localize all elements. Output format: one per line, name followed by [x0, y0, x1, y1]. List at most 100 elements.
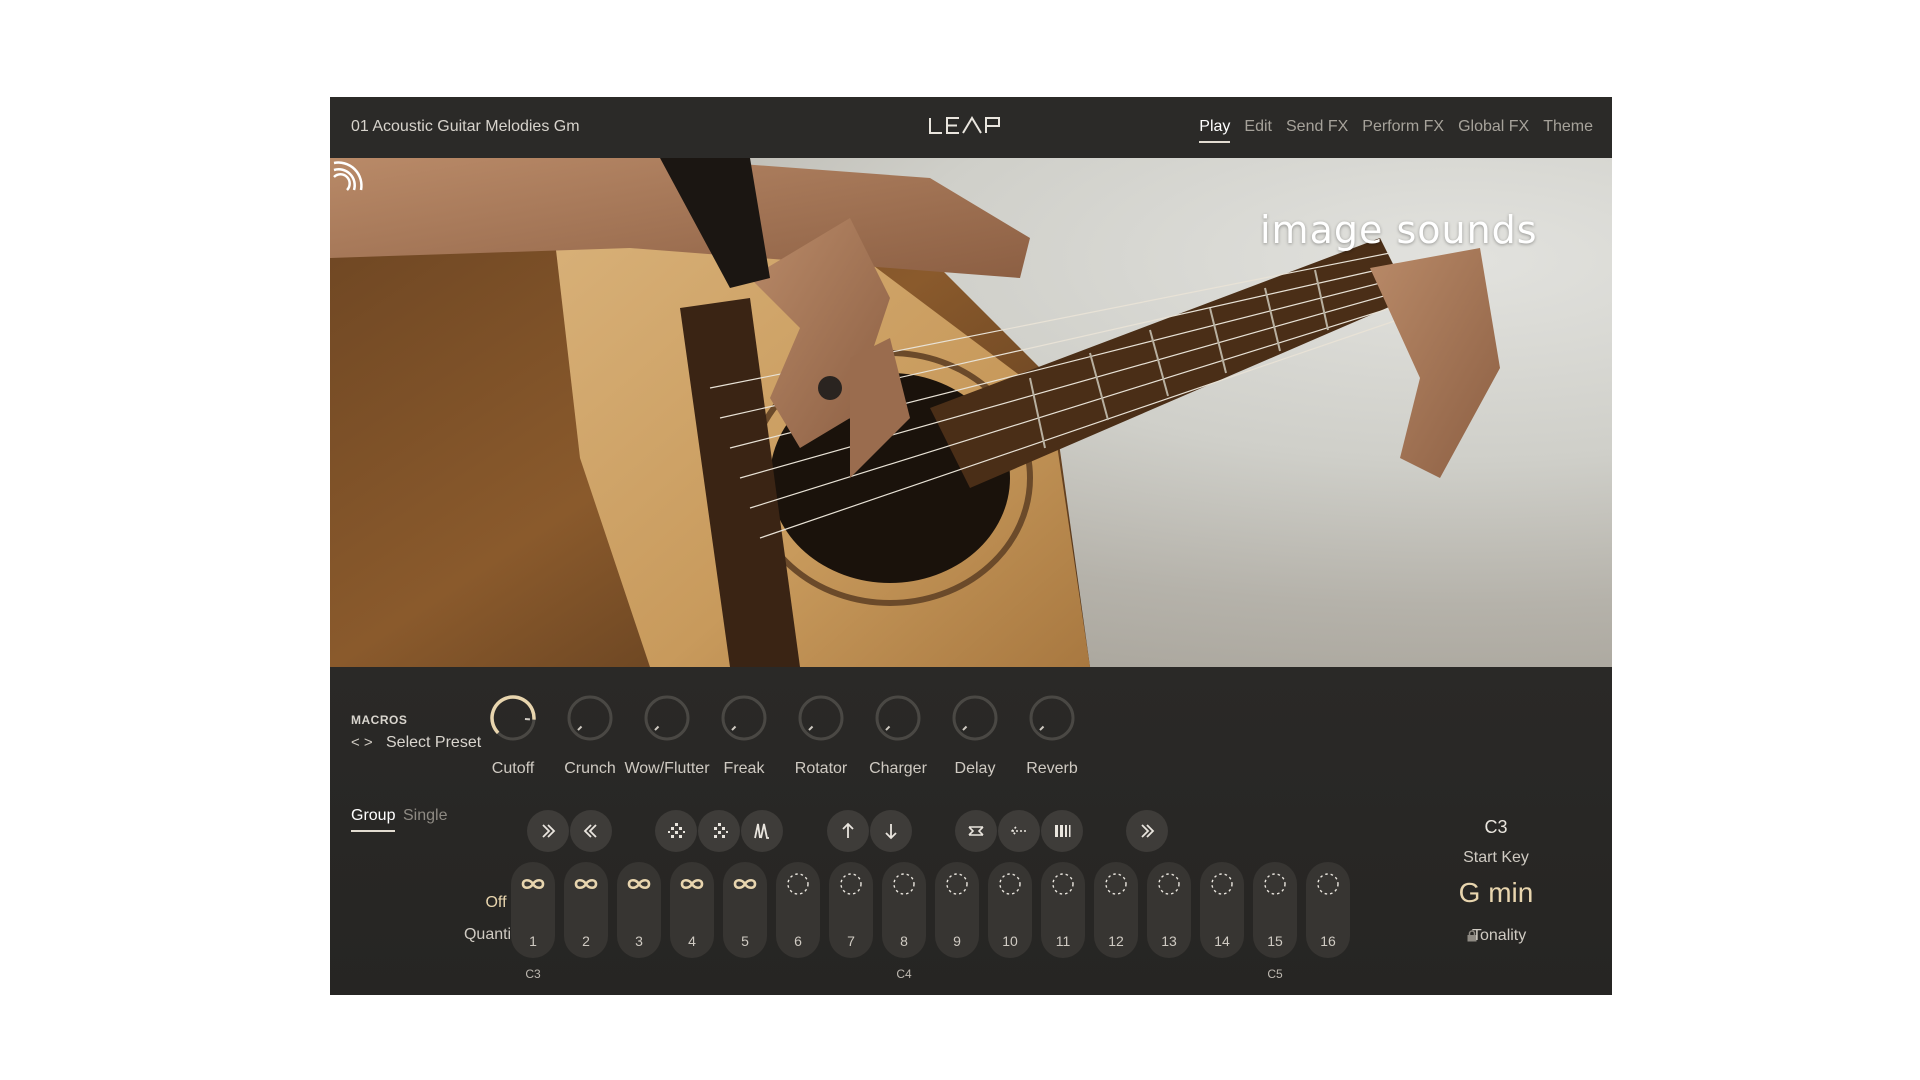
- loop-slot-12[interactable]: 12: [1094, 862, 1138, 958]
- start-key-value[interactable]: C3: [1436, 817, 1556, 838]
- fast-forward-button[interactable]: [527, 810, 569, 852]
- slot-number: 7: [847, 933, 855, 949]
- knob-dial[interactable]: [1027, 693, 1077, 743]
- knob-pointer: [577, 725, 583, 731]
- loop-slot-6[interactable]: 6: [776, 862, 820, 958]
- tab-theme[interactable]: Theme: [1543, 118, 1593, 136]
- rewind-button[interactable]: [570, 810, 612, 852]
- loop-slot-3[interactable]: 3: [617, 862, 661, 958]
- slot-number: 8: [900, 933, 908, 949]
- loop-slot-14[interactable]: 14: [1200, 862, 1244, 958]
- octave-label-c3: C3: [525, 967, 541, 981]
- loop-slot-13[interactable]: 13: [1147, 862, 1191, 958]
- knob-value-arc: [490, 695, 536, 735]
- tab-global-fx[interactable]: Global FX: [1458, 118, 1529, 136]
- loop-slot-11[interactable]: 11: [1041, 862, 1085, 958]
- empty-slot-icon: [787, 873, 809, 895]
- arrow-down-icon: [885, 824, 897, 840]
- next-button[interactable]: [1126, 810, 1168, 852]
- empty-slot-icon: [1211, 873, 1233, 895]
- knob-dial[interactable]: [873, 693, 923, 743]
- scatter-button[interactable]: [655, 810, 697, 852]
- octave-label-c5: C5: [1267, 967, 1283, 981]
- knob-reverb[interactable]: Reverb: [1004, 693, 1100, 778]
- knob-pointer: [808, 725, 814, 731]
- loop-slot-9[interactable]: 9: [935, 862, 979, 958]
- knob-dial[interactable]: [642, 693, 692, 743]
- knob-label: Reverb: [1026, 760, 1078, 777]
- octave-label-c4: C4: [896, 967, 912, 981]
- reverse-button[interactable]: [998, 810, 1040, 852]
- slot-number: 13: [1161, 933, 1177, 949]
- loop-slot-8[interactable]: 8: [882, 862, 926, 958]
- loop-slot-15[interactable]: 15: [1253, 862, 1297, 958]
- arrow-up-button[interactable]: [827, 810, 869, 852]
- slot-number: 9: [953, 933, 961, 949]
- stutter-button[interactable]: [1041, 810, 1083, 852]
- tonality-value[interactable]: G min: [1436, 877, 1556, 909]
- leap-plugin-window: 01 Acoustic Guitar Melodies Gm Play Edit…: [330, 97, 1612, 995]
- slot-number: 16: [1320, 933, 1336, 949]
- slot-number: 6: [794, 933, 802, 949]
- macros-title: MACROS: [351, 713, 408, 727]
- slot-number: 11: [1055, 933, 1071, 949]
- loop-slot-1[interactable]: 1: [511, 862, 555, 958]
- empty-slot-icon: [1158, 873, 1180, 895]
- tab-send-fx[interactable]: Send FX: [1286, 118, 1348, 136]
- tab-play[interactable]: Play: [1199, 118, 1231, 143]
- knob-dial[interactable]: [950, 693, 1000, 743]
- top-nav: Play Edit Send FX Perform FX Global FX T…: [1199, 118, 1593, 143]
- knob-pointer: [654, 725, 660, 731]
- infinity-icon: [521, 878, 545, 890]
- knob-pointer: [1039, 725, 1045, 731]
- reverse-icon: [1010, 826, 1026, 836]
- brand-logo-text: image sounds: [1260, 208, 1538, 252]
- loop-slot-4[interactable]: 4: [670, 862, 714, 958]
- loop-slot-7[interactable]: 7: [829, 862, 873, 958]
- infinity-icon: [733, 878, 757, 890]
- loop-slot-2[interactable]: 2: [564, 862, 608, 958]
- scatter-alt-icon: [714, 823, 728, 838]
- slot-number: 2: [582, 933, 590, 949]
- knob-dial[interactable]: [565, 693, 615, 743]
- loop-slot-16[interactable]: 16: [1306, 862, 1350, 958]
- slot-number: 14: [1214, 933, 1230, 949]
- loop-slot-5[interactable]: 5: [723, 862, 767, 958]
- loop-slot-10[interactable]: 10: [988, 862, 1032, 958]
- envelope-button[interactable]: [741, 810, 783, 852]
- mode-single-tab[interactable]: Single: [403, 807, 447, 825]
- infinity-icon: [574, 878, 598, 890]
- preset-nav-arrows[interactable]: < >: [351, 734, 373, 751]
- knob-dial[interactable]: [796, 693, 846, 743]
- empty-slot-icon: [1264, 873, 1286, 895]
- arrow-down-button[interactable]: [870, 810, 912, 852]
- empty-slot-icon: [893, 873, 915, 895]
- leap-logo: [929, 116, 1000, 134]
- wifi-waves-icon: [333, 161, 363, 191]
- slot-number: 12: [1108, 933, 1124, 949]
- next-icon: [1141, 824, 1155, 838]
- knob-pointer: [885, 725, 891, 731]
- loop-swap-button[interactable]: [955, 810, 997, 852]
- scatter-icon: [668, 823, 685, 838]
- stutter-icon: [1055, 825, 1071, 837]
- mode-group-tab[interactable]: Group: [351, 807, 396, 832]
- slot-number: 15: [1267, 933, 1283, 949]
- preset-name[interactable]: 01 Acoustic Guitar Melodies Gm: [351, 118, 580, 136]
- tonality-label: Tonality: [1472, 927, 1527, 944]
- knob-pointer: [731, 725, 737, 731]
- knob-dial[interactable]: [719, 693, 769, 743]
- infinity-icon: [680, 878, 704, 890]
- scatter-alt-button[interactable]: [698, 810, 740, 852]
- slot-number: 4: [688, 933, 696, 949]
- tab-perform-fx[interactable]: Perform FX: [1362, 118, 1444, 136]
- knob-pointer: [962, 725, 968, 731]
- arrow-up-icon: [842, 822, 854, 838]
- slot-number: 3: [635, 933, 643, 949]
- knob-dial[interactable]: [488, 693, 538, 743]
- rewind-icon: [583, 824, 597, 838]
- slot-number: 10: [1002, 933, 1018, 949]
- tab-edit[interactable]: Edit: [1244, 118, 1272, 136]
- slot-number: 1: [529, 933, 537, 949]
- empty-slot-icon: [999, 873, 1021, 895]
